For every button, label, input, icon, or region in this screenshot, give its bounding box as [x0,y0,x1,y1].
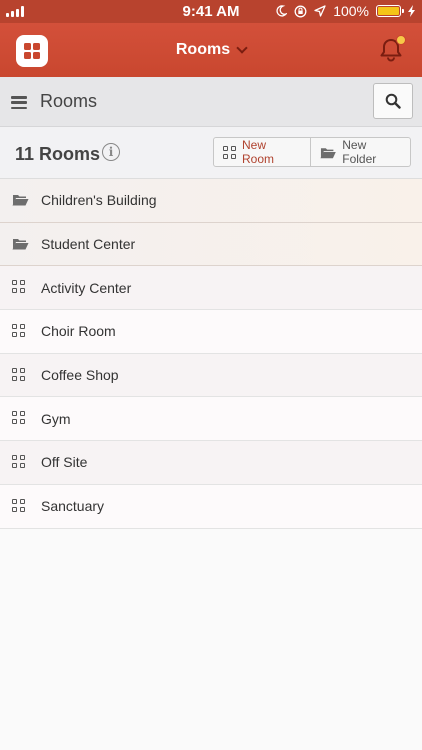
room-row[interactable]: Choir Room [0,310,422,354]
room-grid-icon [12,367,25,381]
room-label: Sanctuary [41,498,105,515]
folder-open-icon [12,195,29,206]
rotation-lock-icon [294,5,307,17]
room-label: Activity Center [41,279,132,296]
new-folder-label: New Folder [342,138,377,166]
room-label: Gym [41,410,71,427]
rooms-list: Children's Building Student Center Activ… [0,179,422,529]
rooms-dropdown[interactable]: Rooms [175,41,248,59]
room-count: 11 Rooms [15,144,101,164]
battery-icon [376,5,404,17]
room-grid-icon [223,145,236,159]
new-folder-button[interactable]: New Folder [311,137,411,167]
page-title: Rooms [40,91,98,111]
chevron-down-icon [236,42,248,54]
room-grid-icon [12,280,25,294]
app-header: Rooms [0,23,422,77]
room-row[interactable]: Activity Center [0,266,422,311]
folder-label: Children's Building [41,192,157,209]
room-grid-icon [12,411,25,425]
bell-icon[interactable] [378,35,406,63]
app-grid-icon[interactable] [16,35,48,67]
status-bar: 9:41 AM 100% [0,0,422,23]
hamburger-icon[interactable] [11,96,27,109]
moon-icon [276,5,288,17]
sub-header: Rooms [0,77,422,127]
room-grid-icon [12,498,25,512]
action-buttons: New Room New Folder [213,137,411,167]
search-icon [385,93,401,109]
search-button[interactable] [373,83,413,119]
new-room-label: New Room [242,138,275,166]
room-grid-icon [12,455,25,469]
folder-open-icon [12,238,29,250]
room-row[interactable]: Sanctuary [0,484,422,529]
battery-percent: 100% [333,3,369,19]
folder-open-icon [320,147,336,158]
room-grid-icon [12,324,25,338]
room-row[interactable]: Off Site [0,441,422,485]
notification-dot [396,35,406,45]
room-row[interactable]: Gym [0,397,422,442]
info-icon[interactable]: i [102,143,120,161]
header-title: Rooms [175,41,231,58]
room-label: Coffee Shop [41,367,119,384]
room-row[interactable]: Coffee Shop [0,353,422,398]
folder-row[interactable]: Children's Building [0,179,422,223]
folder-row[interactable]: Student Center [0,222,422,267]
new-room-button[interactable]: New Room [213,137,311,167]
location-arrow-icon [314,5,326,17]
room-label: Choir Room [41,323,116,340]
folder-label: Student Center [41,236,136,253]
charging-bolt-icon [408,5,415,17]
room-label: Off Site [41,454,88,471]
